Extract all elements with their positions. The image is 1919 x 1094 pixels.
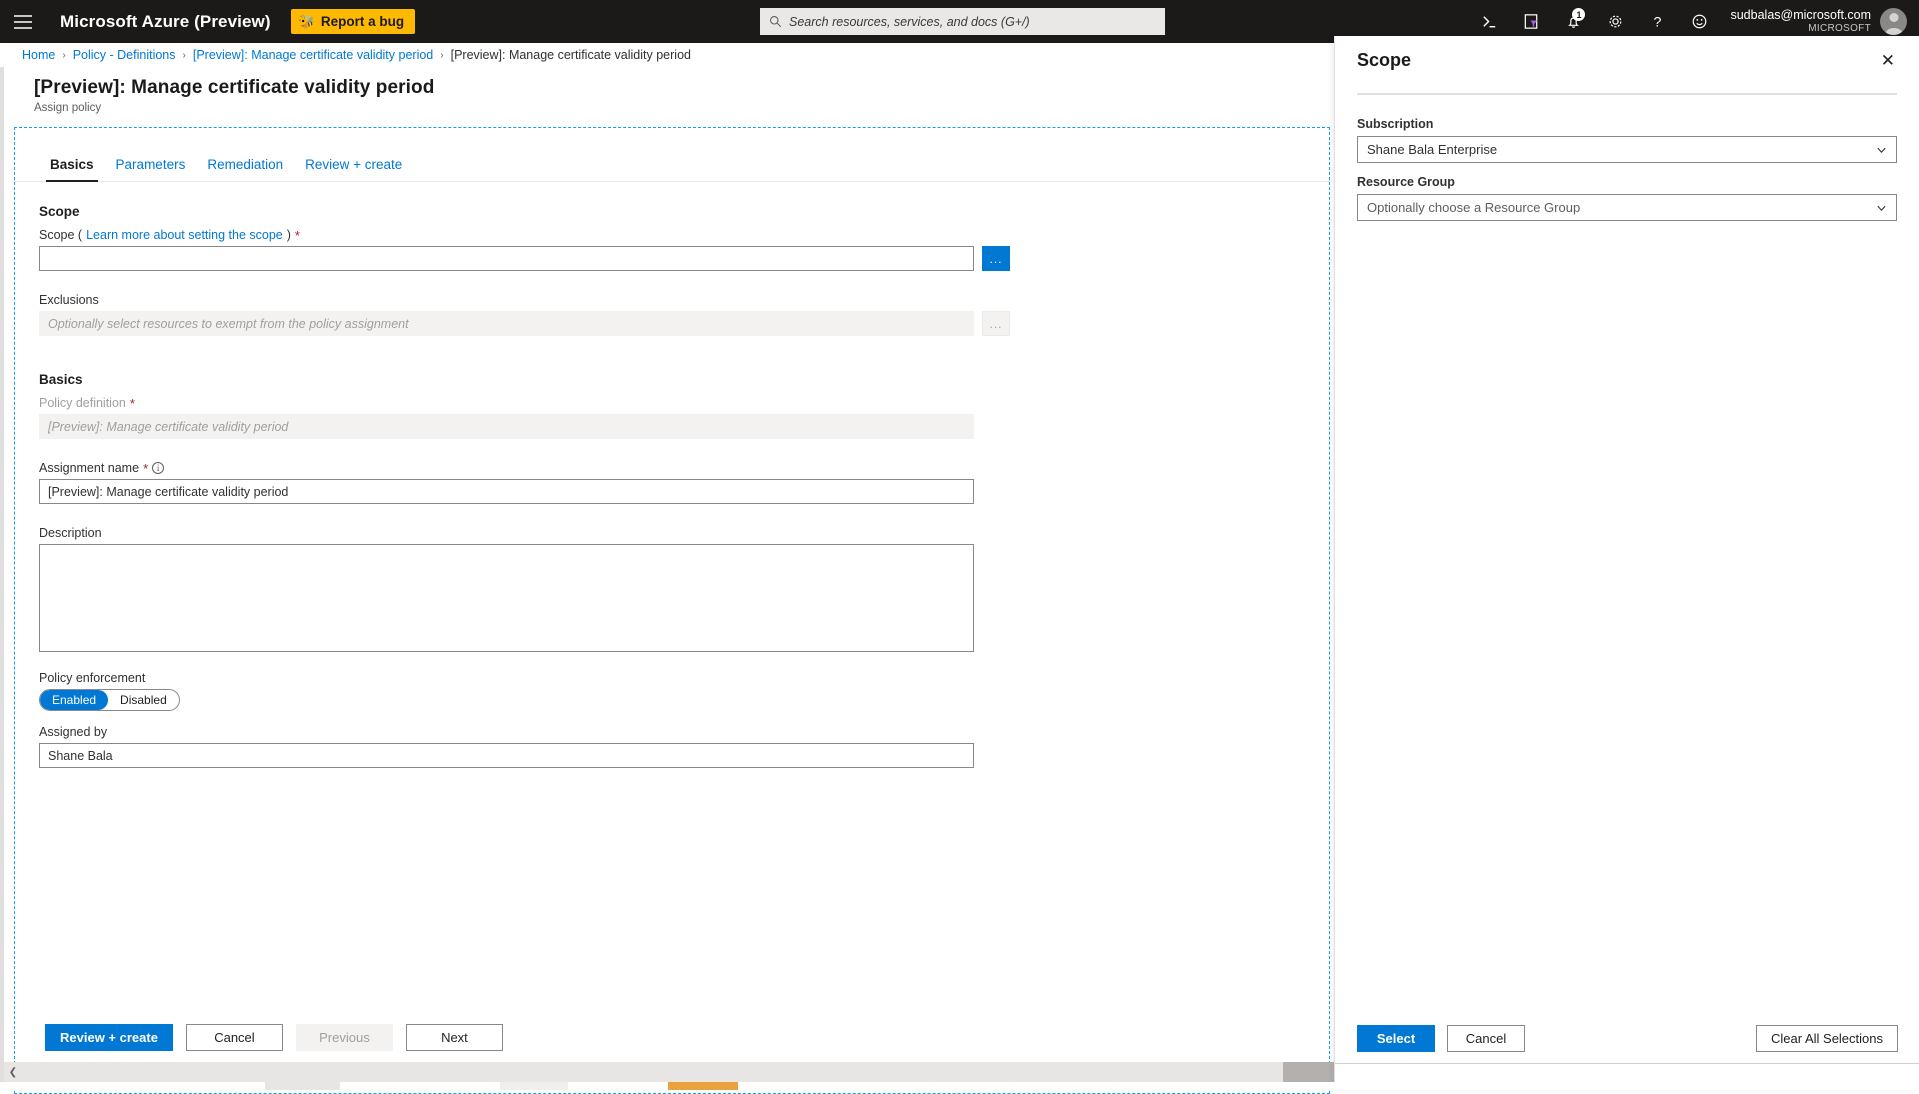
close-icon[interactable]: ✕ <box>1877 50 1899 71</box>
scope-picker-button[interactable]: ... <box>982 246 1010 271</box>
pane-title: Scope <box>1357 50 1411 71</box>
pane-header: Scope ✕ <box>1335 36 1919 71</box>
pane-footer: Select Cancel Clear All Selections <box>1335 1025 1919 1052</box>
breadcrumb-separator: › <box>440 50 443 61</box>
horizontal-scrollbar[interactable]: ❮ <box>4 1062 1338 1082</box>
resource-group-select[interactable]: Optionally choose a Resource Group <box>1357 194 1897 221</box>
resource-group-label: Resource Group <box>1357 175 1897 189</box>
scope-input[interactable] <box>39 246 974 271</box>
policy-enforcement-label: Policy enforcement <box>39 671 1329 685</box>
policy-definition-input <box>39 414 974 439</box>
description-textarea[interactable] <box>39 544 974 652</box>
search-input[interactable] <box>789 15 1156 29</box>
basics-form: Scope Scope ( Learn more about setting th… <box>15 182 1329 768</box>
policy-enforcement-toggle[interactable]: Enabled Disabled <box>39 689 180 711</box>
assigned-by-input[interactable] <box>39 743 974 768</box>
scope-input-row: ... <box>39 246 1329 271</box>
clear-all-selections-button[interactable]: Clear All Selections <box>1756 1025 1898 1052</box>
assigned-by-label: Assigned by <box>39 725 1329 739</box>
blade-content-focus-zone: Basics Parameters Remediation Review + c… <box>14 127 1330 1094</box>
breadcrumb-separator: › <box>62 50 65 61</box>
scope-section-heading: Scope <box>39 204 1329 219</box>
tab-parameters[interactable]: Parameters <box>105 157 197 181</box>
subscription-selected-value: Shane Bala Enterprise <box>1367 142 1497 157</box>
taskbar-item-c <box>668 1082 738 1090</box>
chevron-down-icon <box>1876 144 1887 155</box>
page-title: [Preview]: Manage certificate validity p… <box>34 77 1334 99</box>
pane-body: Subscription Shane Bala Enterprise Resou… <box>1335 95 1919 221</box>
svg-text:?: ? <box>1654 14 1662 30</box>
search-icon <box>769 15 782 28</box>
assignment-name-label-text: Assignment name <box>39 461 139 475</box>
scope-learn-more-link[interactable]: Learn more about setting the scope <box>86 228 283 242</box>
avatar[interactable] <box>1880 8 1907 35</box>
tab-remediation[interactable]: Remediation <box>196 157 294 181</box>
chevron-down-icon <box>1876 202 1887 213</box>
scope-context-pane: Scope ✕ Subscription Shane Bala Enterpri… <box>1334 36 1919 1090</box>
policy-enforcement-disabled[interactable]: Disabled <box>108 690 179 710</box>
azure-brand-title[interactable]: Microsoft Azure (Preview) <box>60 12 271 32</box>
tab-review-create[interactable]: Review + create <box>294 157 413 181</box>
cancel-button[interactable]: Cancel <box>186 1024 283 1051</box>
taskbar-item-b <box>500 1082 568 1090</box>
breadcrumb: Home › Policy - Definitions › [Preview]:… <box>0 43 1334 67</box>
bug-icon: 🐝 <box>299 15 315 28</box>
scrollbar-thumb[interactable] <box>1283 1062 1338 1082</box>
policy-definition-label: Policy definition * <box>39 396 1329 410</box>
breadcrumb-item-current: [Preview]: Manage certificate validity p… <box>451 48 691 62</box>
blade-header: [Preview]: Manage certificate validity p… <box>4 67 1334 123</box>
select-button[interactable]: Select <box>1357 1025 1435 1052</box>
notification-count-badge: 1 <box>1572 8 1585 21</box>
breadcrumb-item-home[interactable]: Home <box>22 48 55 62</box>
page-subtitle: Assign policy <box>34 102 1334 114</box>
taskbar-strip <box>0 1082 1919 1090</box>
account-email: sudbalas@microsoft.com <box>1730 8 1871 23</box>
exclusions-label: Exclusions <box>39 293 1329 307</box>
scroll-left-arrow[interactable]: ❮ <box>4 1067 22 1078</box>
assign-policy-blade: [Preview]: Manage certificate validity p… <box>0 67 1334 1090</box>
basics-section-heading: Basics <box>39 372 1329 387</box>
hamburger-icon[interactable] <box>0 0 46 43</box>
pane-cancel-button[interactable]: Cancel <box>1447 1025 1525 1052</box>
breadcrumb-item-policy[interactable]: [Preview]: Manage certificate validity p… <box>193 48 433 62</box>
report-bug-label: Report a bug <box>321 14 404 29</box>
resource-group-selected-value: Optionally choose a Resource Group <box>1367 200 1580 215</box>
required-asterisk: * <box>295 229 300 242</box>
wizard-tabs: Basics Parameters Remediation Review + c… <box>15 142 1329 182</box>
exclusions-picker-button[interactable]: ... <box>982 311 1010 336</box>
breadcrumb-item-policy-definitions[interactable]: Policy - Definitions <box>73 48 176 62</box>
taskbar-item-a <box>265 1082 340 1090</box>
assignment-name-input[interactable] <box>39 479 974 504</box>
exclusions-input-row: ... <box>39 311 1329 336</box>
scope-field-label: Scope ( Learn more about setting the scop… <box>39 228 1329 242</box>
global-search[interactable] <box>760 8 1165 35</box>
previous-button[interactable]: Previous <box>296 1024 393 1051</box>
review-create-button[interactable]: Review + create <box>45 1024 173 1051</box>
required-asterisk: * <box>130 397 135 410</box>
account-org: MICROSOFT <box>1730 23 1871 35</box>
assignment-name-label: Assignment name * i <box>39 461 1329 475</box>
info-icon[interactable]: i <box>152 462 164 474</box>
exclusions-input[interactable] <box>39 311 974 336</box>
tab-basics[interactable]: Basics <box>39 157 105 181</box>
description-label: Description <box>39 526 1329 540</box>
subscription-label: Subscription <box>1357 117 1897 131</box>
policy-definition-label-text: Policy definition <box>39 396 126 410</box>
report-bug-button[interactable]: 🐝 Report a bug <box>291 9 415 34</box>
pane-bottom-divider <box>1335 1063 1919 1064</box>
breadcrumb-separator: › <box>183 50 186 61</box>
blade-footer: Review + create Cancel Previous Next <box>15 1012 1329 1062</box>
next-button[interactable]: Next <box>406 1024 503 1051</box>
scope-label-suffix: ) <box>287 228 291 242</box>
scope-label-prefix: Scope ( <box>39 228 82 242</box>
required-asterisk: * <box>143 462 148 475</box>
subscription-select[interactable]: Shane Bala Enterprise <box>1357 136 1897 163</box>
policy-enforcement-enabled[interactable]: Enabled <box>40 690 108 710</box>
